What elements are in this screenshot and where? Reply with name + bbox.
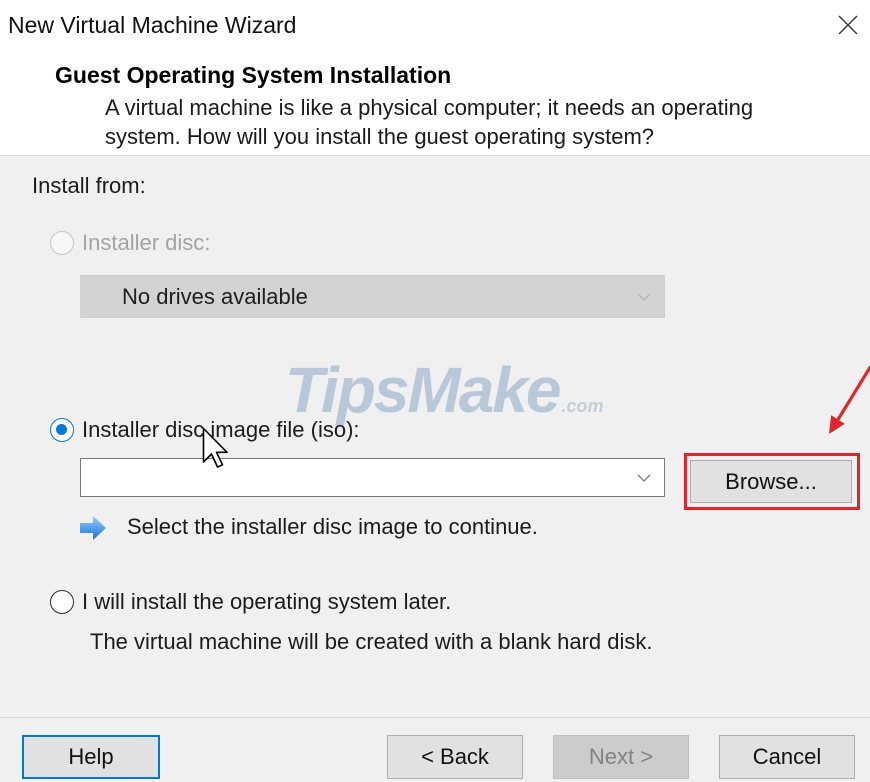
option-iso-image[interactable]: Installer disc image file (iso): [50,415,650,445]
title-bar[interactable]: New Virtual Machine Wizard [0,0,870,50]
wizard-header: Guest Operating System Installation A vi… [0,50,870,156]
next-button[interactable]: Next > [553,735,689,779]
option-install-later[interactable]: I will install the operating system late… [50,587,650,617]
option-installer-disc[interactable]: Installer disc: [50,228,650,258]
close-icon [838,15,858,35]
installer-disc-label: Installer disc: [82,230,211,255]
watermark: TipsMake .com [285,358,604,422]
page-description-line-2: system. How will you install the guest o… [105,124,655,149]
install-later-label: I will install the operating system late… [82,589,452,614]
install-from-label: Install from: [32,173,146,198]
chevron-down-icon [637,474,651,482]
drive-select-value: No drives available [122,284,308,309]
iso-path-dropdown-toggle[interactable] [632,459,656,496]
page-description-line-1: A virtual machine is like a physical com… [105,95,754,120]
iso-hint-text: Select the installer disc image to conti… [127,514,538,539]
wizard-window: New Virtual Machine Wizard Guest Operati… [0,0,870,782]
window-title: New Virtual Machine Wizard [8,12,297,38]
install-source-panel: Install from: Installer disc: No drives … [0,156,870,718]
watermark-suffix: .com [561,396,604,416]
help-button[interactable]: Help [22,735,160,779]
wizard-footer: Help < Back Next > Cancel [0,718,870,782]
installer-disc-drive-select[interactable]: No drives available [80,275,665,318]
close-button[interactable] [835,12,861,38]
arrow-right-icon [80,516,106,540]
page-title: Guest Operating System Installation [55,62,452,88]
install-later-note: The virtual machine will be created with… [90,629,653,654]
iso-path-input[interactable] [81,459,626,496]
mouse-pointer-icon [202,427,228,468]
back-button[interactable]: < Back [387,735,523,779]
drive-select-toggle[interactable] [632,276,656,317]
install-later-radio[interactable] [50,590,74,614]
chevron-down-icon [637,293,651,301]
iso-image-radio[interactable] [50,418,74,442]
cancel-button[interactable]: Cancel [719,735,855,779]
installer-disc-radio[interactable] [50,231,74,255]
browse-button[interactable]: Browse... [690,460,852,503]
iso-path-combobox[interactable] [80,458,665,497]
